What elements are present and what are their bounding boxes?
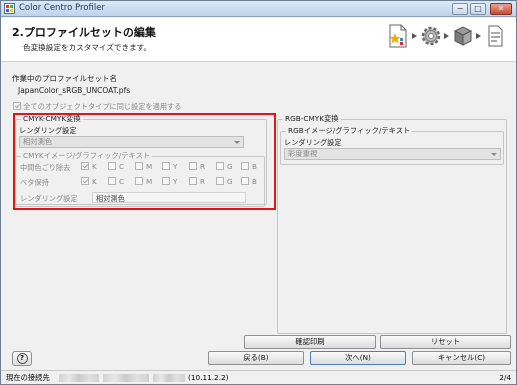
next-button[interactable]: 次へ(N) bbox=[310, 351, 406, 365]
document-star-icon bbox=[389, 24, 407, 48]
title-bar: Color Centro Profiler − □ ✕ bbox=[1, 1, 516, 17]
window-title: Color Centro Profiler bbox=[19, 3, 105, 13]
app-icon bbox=[4, 3, 15, 14]
page-title: 2.プロファイルセットの編集 bbox=[12, 26, 156, 39]
rgb-rendering-select[interactable]: 彩度重視 bbox=[284, 148, 501, 160]
help-button[interactable]: ? bbox=[12, 351, 32, 366]
app-window: Color Centro Profiler − □ ✕ 2.プロファイルセットの… bbox=[0, 0, 517, 385]
blurred-hostname bbox=[153, 374, 185, 382]
rgb-image-subgroup: RGBイメージ/グラフィック/テキスト レンダリング設定 彩度重視 bbox=[280, 126, 504, 165]
rgb-rendering-label: レンダリング設定 bbox=[284, 138, 342, 147]
highlight-box bbox=[13, 113, 276, 210]
blurred-hostname bbox=[103, 374, 149, 382]
page-indicator: 2/4 bbox=[499, 373, 511, 382]
wizard-header: 2.プロファイルセットの編集 色変換設定をカスタマイズできます。 bbox=[1, 18, 516, 62]
apply-all-label: 全てのオブジェクトタイプに同じ設定を適用する bbox=[23, 102, 182, 111]
arrow-right-icon bbox=[476, 33, 481, 39]
connection-address: (10.11.2.2) bbox=[188, 373, 229, 382]
cancel-button[interactable]: キャンセル(C) bbox=[412, 351, 511, 365]
maximize-button[interactable]: □ bbox=[470, 3, 486, 15]
status-bar: 現在の接続先 (10.11.2.2) 2/4 bbox=[1, 370, 516, 384]
connection-label: 現在の接続先 bbox=[6, 373, 50, 382]
minimize-button[interactable]: − bbox=[452, 3, 468, 15]
page-subtitle: 色変換設定をカスタマイズできます。 bbox=[23, 43, 152, 52]
chevron-down-icon bbox=[491, 153, 497, 156]
arrow-right-icon bbox=[444, 33, 449, 39]
printer-box-icon bbox=[453, 26, 473, 46]
profile-set-name: JapanColor_sRGB_UNCOAT.pfs bbox=[18, 86, 131, 95]
rgb-group-title: RGB-CMYK変換 bbox=[283, 114, 341, 124]
reset-button[interactable]: リセット bbox=[380, 335, 511, 349]
apply-all-checkbox[interactable] bbox=[13, 102, 21, 110]
arrow-right-icon bbox=[412, 33, 417, 39]
rgb-rendering-value: 彩度重視 bbox=[288, 149, 318, 158]
apply-all-option[interactable]: 全てのオブジェクトタイプに同じ設定を適用する bbox=[13, 102, 181, 112]
rgb-subgroup-title: RGBイメージ/グラフィック/テキスト bbox=[286, 126, 413, 136]
gear-icon bbox=[421, 26, 441, 46]
close-button[interactable]: ✕ bbox=[490, 3, 512, 15]
finish-icon bbox=[488, 25, 503, 47]
print-check-button[interactable]: 確認印刷 bbox=[244, 335, 376, 349]
rgb-conversion-group: RGB-CMYK変換 RGBイメージ/グラフィック/テキスト レンダリング設定 … bbox=[277, 114, 507, 334]
profile-set-label: 作業中のプロファイルセット名 bbox=[12, 74, 117, 83]
help-icon: ? bbox=[16, 353, 28, 364]
back-button[interactable]: 戻る(B) bbox=[208, 351, 304, 365]
blurred-hostname bbox=[59, 374, 99, 382]
